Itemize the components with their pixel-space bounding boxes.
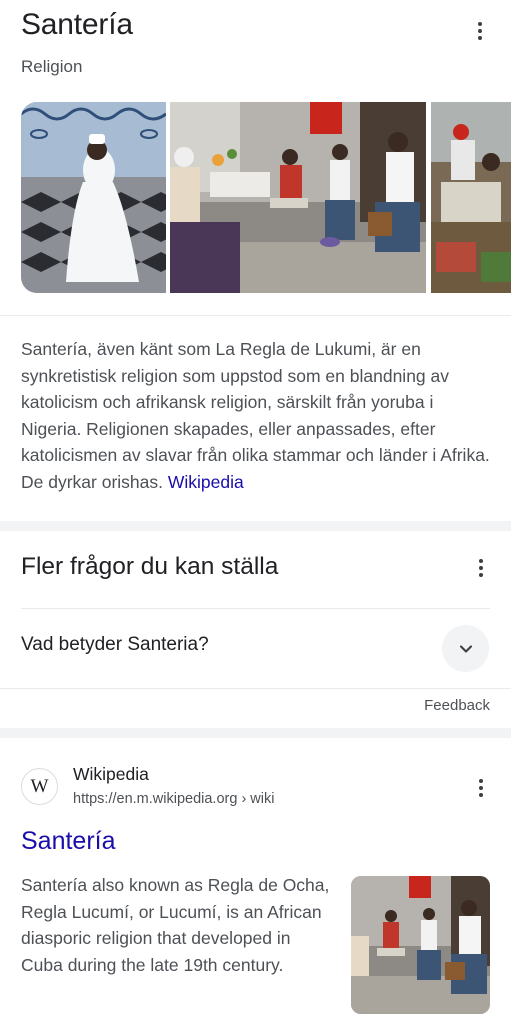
result-title-link[interactable]: Santería xyxy=(21,827,116,856)
gallery-image-2[interactable] xyxy=(170,102,426,293)
section-separator xyxy=(0,728,511,738)
gallery-image-1[interactable] xyxy=(21,102,166,293)
more-options-icon[interactable] xyxy=(468,19,492,43)
image-gallery[interactable] xyxy=(21,102,511,293)
favicon-letter: W xyxy=(30,775,49,797)
more-options-icon[interactable] xyxy=(469,776,493,800)
question-divider xyxy=(21,608,490,609)
description-text: Santería, även känt som La Regla de Luku… xyxy=(21,339,490,492)
entity-description: Santería, även känt som La Regla de Luku… xyxy=(21,336,491,495)
feedback-link[interactable]: Feedback xyxy=(424,697,490,714)
related-questions-title: Fler frågor du kan ställa xyxy=(21,553,279,580)
entity-type-subtitle: Religion xyxy=(21,57,83,76)
result-thumbnail[interactable] xyxy=(351,876,490,1014)
section-divider xyxy=(0,315,511,316)
page-title: Santería xyxy=(21,8,133,41)
section-divider xyxy=(0,688,511,689)
gallery-image-3[interactable] xyxy=(431,102,511,293)
expand-question-button[interactable] xyxy=(442,625,489,672)
result-snippet: Santería also known as Regla de Ocha, Re… xyxy=(21,875,330,975)
chevron-down-icon xyxy=(459,644,472,653)
wikipedia-source-link[interactable]: Wikipedia xyxy=(168,472,244,492)
result-site-name[interactable]: Wikipedia xyxy=(73,764,149,785)
wikipedia-icon[interactable]: W xyxy=(21,768,58,805)
more-options-icon[interactable] xyxy=(469,556,493,580)
section-separator xyxy=(0,521,511,531)
result-url[interactable]: https://en.m.wikipedia.org › wiki xyxy=(73,791,274,807)
related-question[interactable]: Vad betyder Santeria? xyxy=(21,634,209,656)
